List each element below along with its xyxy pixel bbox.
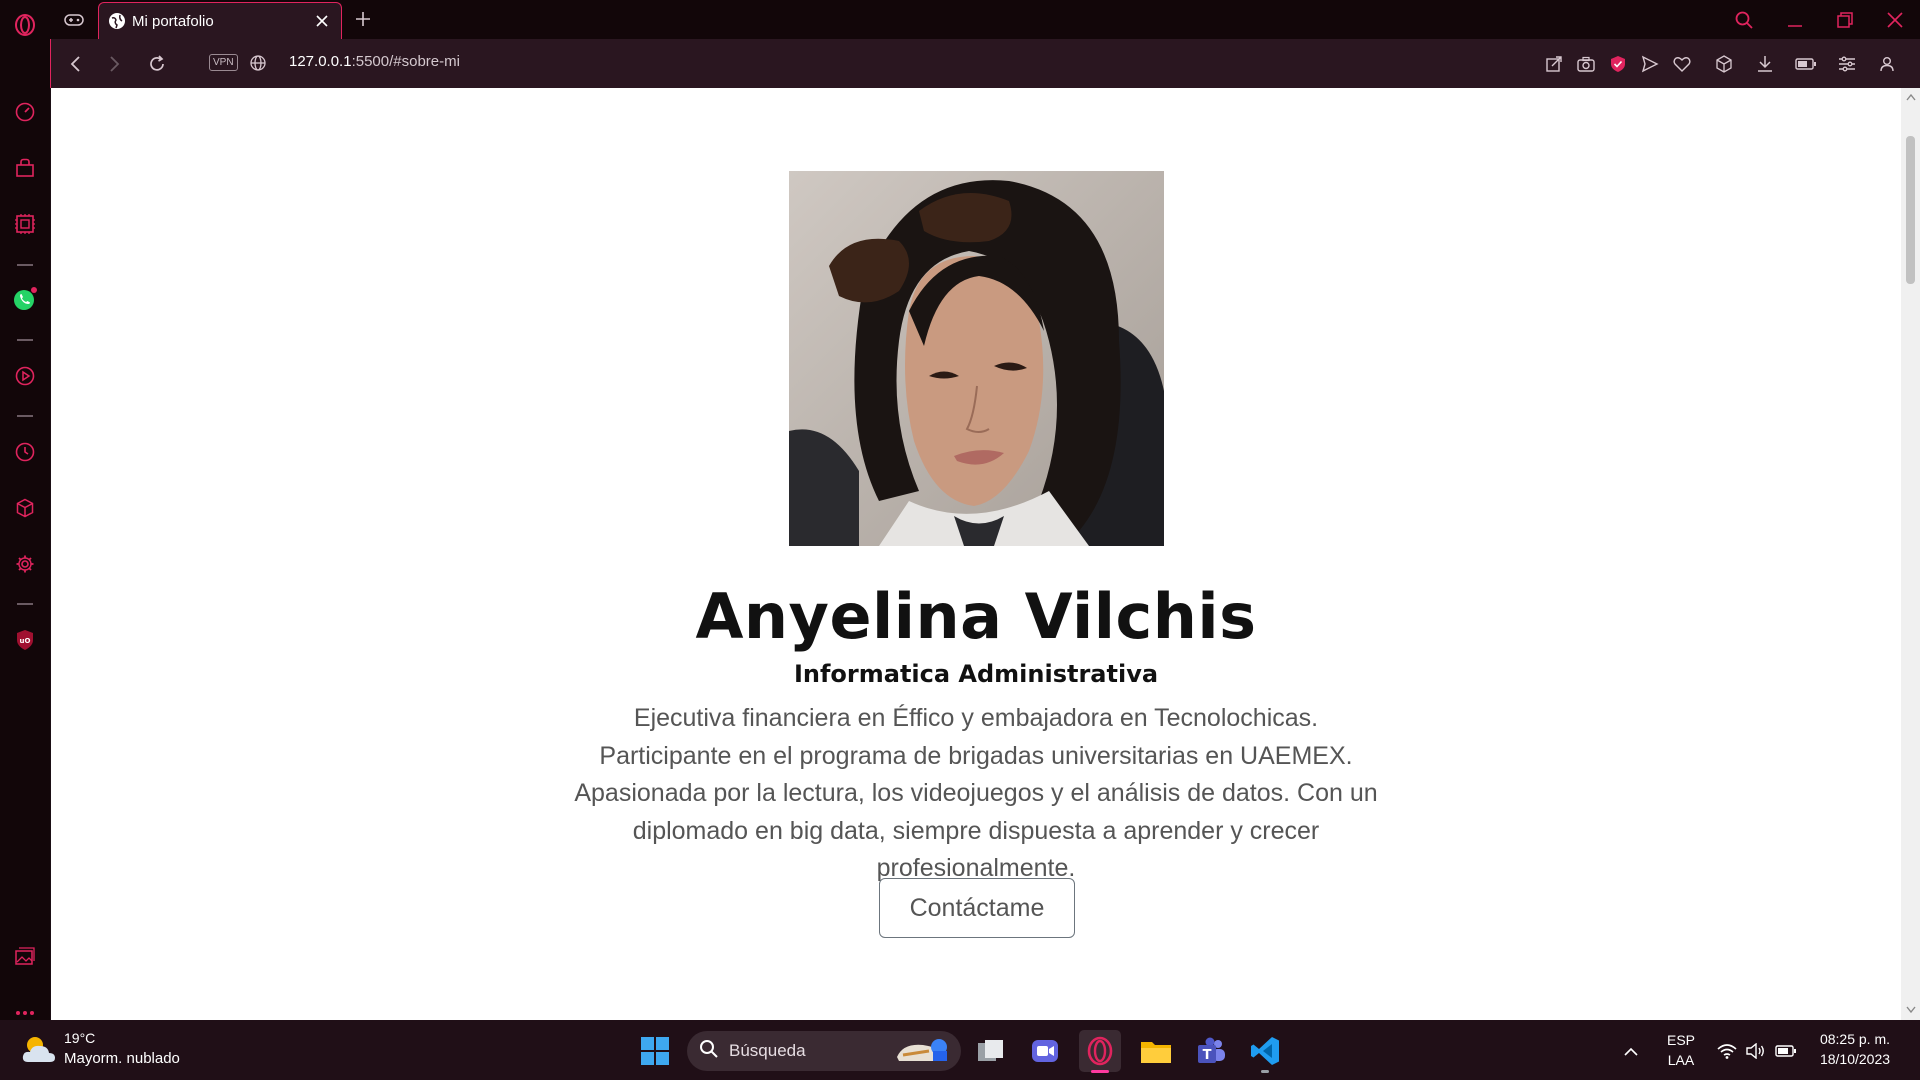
tab-title: Mi portafolio: [132, 12, 214, 30]
svg-text:T: T: [1203, 1048, 1212, 1063]
contact-button[interactable]: Contáctame: [879, 878, 1075, 938]
url-path: :5500/#sobre-mi: [351, 53, 460, 70]
sidebar-separator: [17, 264, 33, 266]
meet-video-icon[interactable]: [1024, 1030, 1066, 1072]
battery-icon[interactable]: [1793, 51, 1819, 77]
send-icon[interactable]: [1637, 51, 1663, 77]
volume-icon[interactable]: [1745, 1040, 1767, 1062]
gx-control-icon[interactable]: [11, 210, 39, 238]
profile-bio: Ejecutiva financiera en Éffico y embajad…: [574, 704, 1378, 882]
chevron-up-icon[interactable]: [1620, 1040, 1642, 1062]
minimize-icon[interactable]: [1779, 6, 1811, 34]
download-icon[interactable]: [1752, 51, 1778, 77]
open-indicator: [1261, 1070, 1269, 1073]
extensions-icon[interactable]: [11, 494, 39, 522]
search-highlight-icon: [893, 1033, 955, 1070]
scroll-up-icon[interactable]: [1905, 92, 1916, 103]
forward-icon[interactable]: [102, 51, 128, 77]
site-info-globe-icon[interactable]: [247, 52, 269, 74]
easy-setup-icon[interactable]: [1834, 51, 1860, 77]
wifi-icon[interactable]: [1716, 1040, 1738, 1062]
url-host: 127.0.0.1: [289, 53, 352, 70]
opera-gx-taskbar-icon[interactable]: [1079, 1030, 1121, 1073]
camera-icon[interactable]: [1573, 51, 1599, 77]
tab-mi-portafolio[interactable]: Mi portafolio: [98, 2, 342, 39]
svg-text:uO: uO: [20, 637, 31, 645]
profile-photo: [789, 171, 1164, 546]
settings-icon[interactable]: [11, 550, 39, 578]
title-bar: Mi portafolio: [0, 0, 1920, 39]
sidebar-separator: [17, 603, 33, 605]
profile-subtitle: Informatica Administrativa: [793, 660, 1159, 688]
restore-icon[interactable]: [1829, 6, 1861, 34]
sidebar-separator: [17, 339, 33, 341]
weather-description: Mayorm. nublado: [64, 1050, 180, 1067]
weather-temperature: 19°C: [64, 1030, 96, 1046]
scroll-down-icon[interactable]: [1905, 1004, 1916, 1015]
close-tab-icon[interactable]: [311, 10, 333, 32]
sidebar: uO: [0, 39, 50, 1020]
windows-start-icon[interactable]: [634, 1030, 676, 1072]
taskbar: 19°C Mayorm. nublado Búsqueda T ESP LAA: [0, 1020, 1920, 1080]
shopping-icon[interactable]: [11, 154, 39, 182]
search-tabs-icon[interactable]: [1728, 6, 1760, 34]
teams-icon[interactable]: T: [1189, 1030, 1231, 1072]
vscode-icon[interactable]: [1244, 1030, 1286, 1073]
heart-icon[interactable]: [1669, 51, 1695, 77]
url-field[interactable]: 127.0.0.1:5500/#sobre-mi: [289, 53, 460, 70]
language-code[interactable]: ESP: [1662, 1032, 1700, 1048]
clock-time[interactable]: 08:25 p. m.: [1810, 1031, 1900, 1047]
search-label: Búsqueda: [729, 1041, 806, 1060]
speed-dial-icon[interactable]: [11, 98, 39, 126]
profile-icon[interactable]: [1874, 51, 1900, 77]
scroll-thumb[interactable]: [1906, 136, 1915, 284]
ublock-icon[interactable]: uO: [11, 626, 39, 654]
whatsapp-icon[interactable]: [11, 285, 39, 313]
profile-name: Anyelina Vilchis: [695, 580, 1257, 653]
address-bar: VPN 127.0.0.1:5500/#sobre-mi: [50, 39, 1920, 88]
cloudy-weather-icon[interactable]: [20, 1032, 58, 1068]
active-indicator: [1091, 1070, 1109, 1073]
opera-gx-logo-icon[interactable]: [10, 10, 40, 40]
vpn-badge[interactable]: VPN: [209, 54, 238, 71]
sidebar-separator: [17, 415, 33, 417]
adblock-shield-icon[interactable]: [1605, 51, 1631, 77]
cube-icon[interactable]: [1711, 51, 1737, 77]
reload-icon[interactable]: [144, 51, 170, 77]
keyboard-layout[interactable]: LAA: [1662, 1052, 1700, 1068]
task-view-icon[interactable]: [970, 1030, 1012, 1072]
snapshot-share-icon[interactable]: [1541, 51, 1567, 77]
close-window-icon[interactable]: [1879, 6, 1911, 34]
page-content: Anyelina Vilchis Informatica Administrat…: [51, 88, 1901, 1020]
file-explorer-icon[interactable]: [1135, 1030, 1177, 1072]
clock-date[interactable]: 18/10/2023: [1810, 1051, 1900, 1067]
globe-favicon-icon: [108, 12, 126, 30]
search-icon: [699, 1039, 719, 1064]
history-icon[interactable]: [11, 438, 39, 466]
gallery-icon[interactable]: [11, 943, 39, 971]
page-scrollbar[interactable]: [1901, 88, 1920, 1020]
new-tab-plus-icon[interactable]: [350, 6, 376, 32]
back-icon[interactable]: [62, 51, 88, 77]
battery-tray-icon[interactable]: [1775, 1040, 1797, 1062]
taskbar-search[interactable]: Búsqueda: [687, 1031, 961, 1071]
gx-corner-icon[interactable]: [60, 8, 88, 32]
player-icon[interactable]: [11, 362, 39, 390]
